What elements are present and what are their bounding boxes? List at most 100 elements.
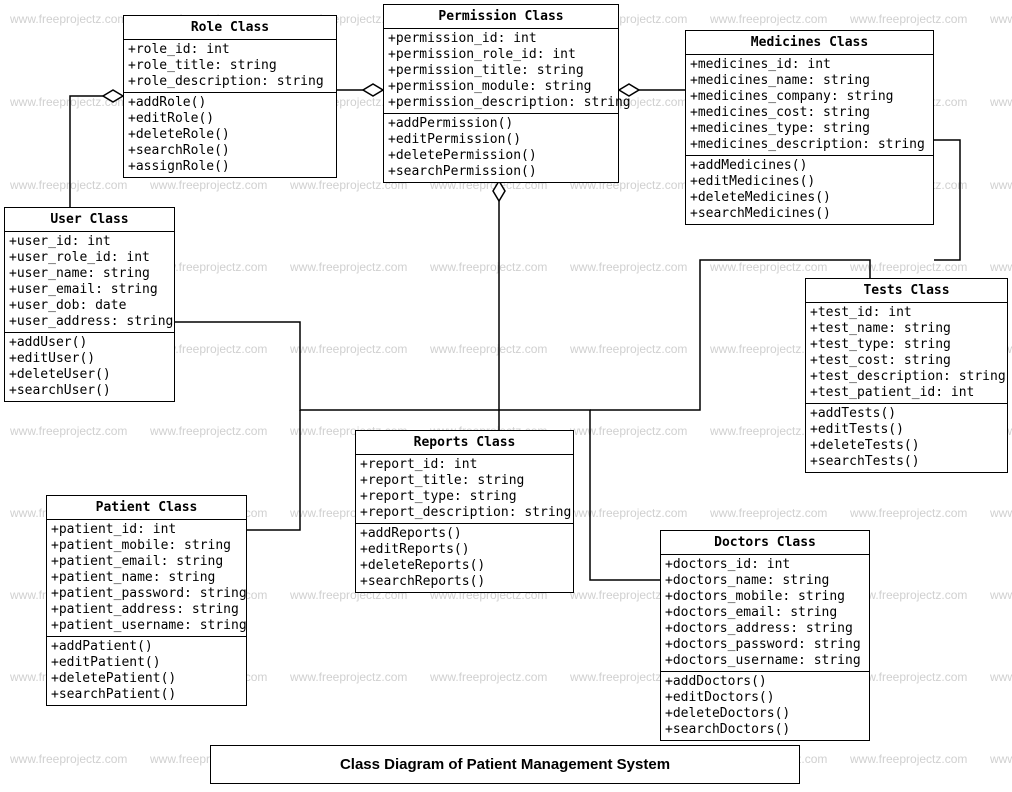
watermark-text: www.freeprojectz.com: [10, 424, 127, 438]
watermark-text: www.freeprojectz.com: [570, 342, 687, 356]
attr-line: +test_id: int: [810, 305, 1003, 321]
watermark-text: www.freeprojectz.com: [290, 260, 407, 274]
attr-line: +patient_username: string: [51, 618, 242, 634]
attr-line: +test_cost: string: [810, 353, 1003, 369]
attr-line: +medicines_company: string: [690, 89, 929, 105]
watermark-text: www.freeprojectz.com: [430, 260, 547, 274]
class-operations: +addPermission()+editPermission()+delete…: [384, 114, 618, 182]
watermark-text: www.freeprojectz.com: [570, 424, 687, 438]
op-line: +searchUser(): [9, 383, 170, 399]
class-operations: +addMedicines()+editMedicines()+deleteMe…: [686, 156, 933, 224]
watermark-text: www.freeprojectz.com: [150, 424, 267, 438]
class-attributes: +role_id: int+role_title: string+role_de…: [124, 40, 336, 93]
attr-line: +patient_email: string: [51, 554, 242, 570]
op-line: +editMedicines(): [690, 174, 929, 190]
op-line: +searchPermission(): [388, 164, 614, 180]
attr-line: +report_type: string: [360, 489, 569, 505]
attr-line: +permission_title: string: [388, 63, 614, 79]
op-line: +addTests(): [810, 406, 1003, 422]
class-doctors: Doctors Class+doctors_id: int+doctors_na…: [660, 530, 870, 741]
class-operations: +addReports()+editReports()+deleteReport…: [356, 524, 573, 592]
attr-line: +report_id: int: [360, 457, 569, 473]
attr-line: +report_title: string: [360, 473, 569, 489]
op-line: +addMedicines(): [690, 158, 929, 174]
class-user: User Class+user_id: int+user_role_id: in…: [4, 207, 175, 402]
class-attributes: +test_id: int+test_name: string+test_typ…: [806, 303, 1007, 404]
class-title: Doctors Class: [661, 531, 869, 555]
watermark-text: www.freeprojectz.com: [290, 670, 407, 684]
class-title: Tests Class: [806, 279, 1007, 303]
attr-line: +test_description: string: [810, 369, 1003, 385]
attr-line: +patient_name: string: [51, 570, 242, 586]
attr-line: +user_email: string: [9, 282, 170, 298]
watermark-text: www.freeprojectz.com: [10, 95, 127, 109]
watermark-text: www.freeprojectz.com: [10, 12, 127, 26]
watermark-text: www.freeprojectz.com: [990, 670, 1012, 684]
class-role: Role Class+role_id: int+role_title: stri…: [123, 15, 337, 178]
op-line: +deletePermission(): [388, 148, 614, 164]
attr-line: +doctors_email: string: [665, 605, 865, 621]
attr-line: +role_id: int: [128, 42, 332, 58]
attr-line: +doctors_id: int: [665, 557, 865, 573]
watermark-text: www.freeprojectz.com: [990, 178, 1012, 192]
attr-line: +test_type: string: [810, 337, 1003, 353]
watermark-text: www.freeprojectz.com: [990, 12, 1012, 26]
watermark-text: www.freeprojectz.com: [150, 178, 267, 192]
class-attributes: +user_id: int+user_role_id: int+user_nam…: [5, 232, 174, 333]
watermark-text: www.freeprojectz.com: [710, 506, 827, 520]
attr-line: +user_dob: date: [9, 298, 170, 314]
class-title: Patient Class: [47, 496, 246, 520]
attr-line: +medicines_id: int: [690, 57, 929, 73]
attr-line: +test_name: string: [810, 321, 1003, 337]
attr-line: +permission_role_id: int: [388, 47, 614, 63]
watermark-text: www.freeprojectz.com: [430, 670, 547, 684]
watermark-text: www.freeprojectz.com: [710, 260, 827, 274]
op-line: +searchReports(): [360, 574, 569, 590]
op-line: +deleteUser(): [9, 367, 170, 383]
op-line: +addUser(): [9, 335, 170, 351]
watermark-text: www.freeprojectz.com: [290, 342, 407, 356]
class-patient: Patient Class+patient_id: int+patient_mo…: [46, 495, 247, 706]
attr-line: +medicines_type: string: [690, 121, 929, 137]
op-line: +addPatient(): [51, 639, 242, 655]
op-line: +searchPatient(): [51, 687, 242, 703]
diagram-title-text: Class Diagram of Patient Management Syst…: [340, 756, 670, 773]
op-line: +deleteDoctors(): [665, 706, 865, 722]
attr-line: +permission_description: string: [388, 95, 614, 111]
watermark-text: www.freeprojectz.com: [850, 260, 967, 274]
attr-line: +patient_mobile: string: [51, 538, 242, 554]
attr-line: +role_description: string: [128, 74, 332, 90]
watermark-text: www.freeprojectz.com: [850, 506, 967, 520]
watermark-text: www.freeprojectz.com: [430, 342, 547, 356]
watermark-text: www.freeprojectz.com: [990, 752, 1012, 766]
op-line: +searchDoctors(): [665, 722, 865, 738]
watermark-text: www.freeprojectz.com: [990, 95, 1012, 109]
class-operations: +addDoctors()+editDoctors()+deleteDoctor…: [661, 672, 869, 740]
watermark-text: www.freeprojectz.com: [10, 752, 127, 766]
op-line: +editTests(): [810, 422, 1003, 438]
op-line: +editReports(): [360, 542, 569, 558]
class-attributes: +report_id: int+report_title: string+rep…: [356, 455, 573, 524]
class-title: User Class: [5, 208, 174, 232]
op-line: +addReports(): [360, 526, 569, 542]
class-title: Role Class: [124, 16, 336, 40]
op-line: +searchTests(): [810, 454, 1003, 470]
op-line: +editDoctors(): [665, 690, 865, 706]
class-operations: +addPatient()+editPatient()+deletePatien…: [47, 637, 246, 705]
op-line: +searchMedicines(): [690, 206, 929, 222]
op-line: +addRole(): [128, 95, 332, 111]
attr-line: +permission_id: int: [388, 31, 614, 47]
op-line: +deleteMedicines(): [690, 190, 929, 206]
attr-line: +user_id: int: [9, 234, 170, 250]
op-line: +editPatient(): [51, 655, 242, 671]
class-reports: Reports Class+report_id: int+report_titl…: [355, 430, 574, 593]
attr-line: +user_role_id: int: [9, 250, 170, 266]
op-line: +deleteReports(): [360, 558, 569, 574]
class-attributes: +medicines_id: int+medicines_name: strin…: [686, 55, 933, 156]
attr-line: +test_patient_id: int: [810, 385, 1003, 401]
op-line: +assignRole(): [128, 159, 332, 175]
op-line: +deleteTests(): [810, 438, 1003, 454]
attr-line: +patient_password: string: [51, 586, 242, 602]
attr-line: +permission_module: string: [388, 79, 614, 95]
watermark-text: www.freeprojectz.com: [850, 12, 967, 26]
